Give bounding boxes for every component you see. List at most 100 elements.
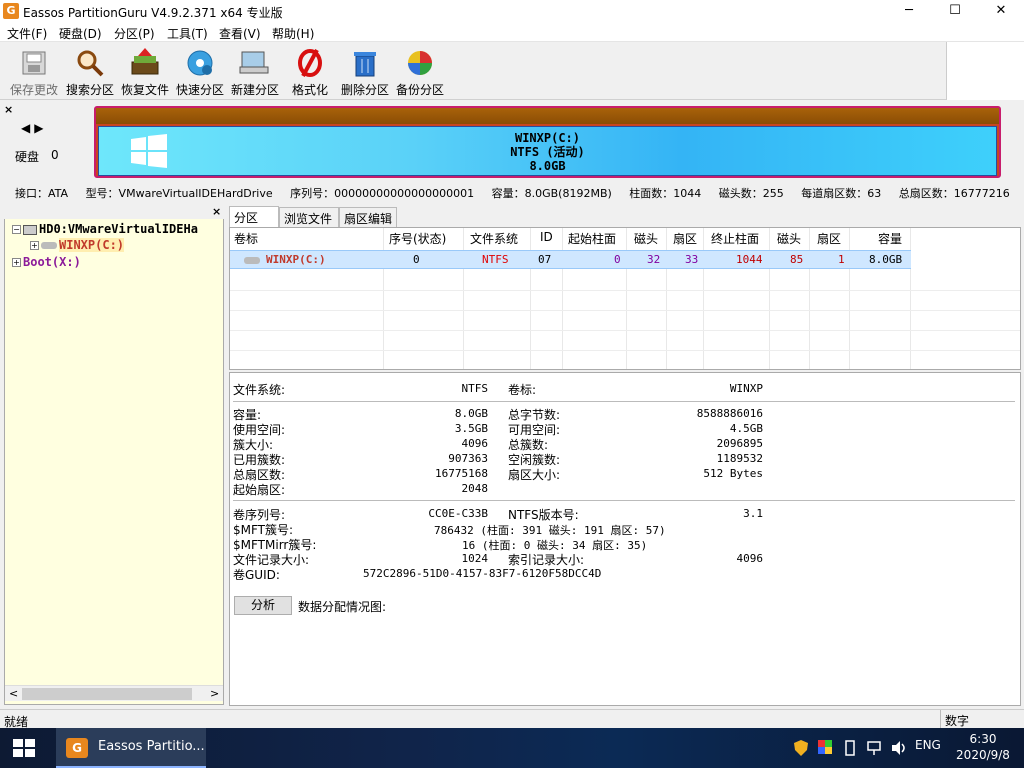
start-sector-label: 起始扇区: — [233, 483, 286, 497]
toolbar-blank-area — [946, 42, 1024, 100]
backup-pie-icon — [408, 51, 432, 75]
header-start-cylinder[interactable]: 起始柱面 — [568, 230, 616, 247]
header-end-cylinder[interactable]: 终止柱面 — [711, 230, 759, 247]
new-partition-label: 新建分区 — [230, 83, 279, 97]
start-button[interactable] — [0, 728, 48, 768]
tree-horizontal-scrollbar[interactable]: < > — [5, 685, 223, 701]
header-end-head[interactable]: 磁头 — [777, 230, 801, 247]
free-space-value: 4.5GB — [729, 422, 763, 435]
tree-item-hd0[interactable]: − HD0:VMwareVirtualIDEHa — [12, 222, 198, 236]
cell-capacity: 8.0GB — [869, 253, 903, 266]
ntfs-version-label: NTFS版本号: — [508, 508, 579, 522]
start-sector-value: 2048 — [461, 482, 489, 495]
header-start-sector[interactable]: 扇区 — [673, 230, 697, 247]
tree-pane-close-icon[interactable]: × — [212, 205, 221, 218]
input-language[interactable]: ENG — [915, 738, 941, 752]
free-clusters-value: 1189532 — [716, 452, 763, 465]
tab-browse-files[interactable]: 浏览文件 — [279, 207, 339, 227]
fs-label: 文件系统: — [233, 383, 286, 397]
network-icon[interactable] — [866, 740, 882, 756]
expand-icon[interactable]: + — [12, 258, 21, 267]
disk-info-line: 接口：ATA 型号：VMwareVirtualIDEHardDrive 序列号：… — [15, 185, 1024, 201]
format-button[interactable]: 格式化 — [282, 46, 338, 98]
delete-partition-button[interactable]: 删除分区 — [337, 46, 393, 98]
backup-partition-label: 备份分区 — [395, 83, 444, 97]
scroll-thumb[interactable] — [22, 688, 192, 700]
disk-map-header — [96, 108, 999, 124]
color-palette-icon[interactable] — [818, 740, 832, 754]
total-sectors-value: 16775168 — [435, 467, 488, 480]
backup-partition-button[interactable]: 备份分区 — [392, 46, 448, 98]
header-volume-label[interactable]: 卷标 — [234, 230, 258, 247]
new-partition-icon — [239, 51, 269, 74]
usb-device-icon[interactable] — [845, 740, 855, 756]
scroll-right-icon[interactable]: > — [210, 687, 219, 700]
partition-block-winxp[interactable]: WINXP(C:) NTFS (活动) 8.0GB — [98, 126, 997, 176]
menu-disk[interactable]: 硬盘(D) — [59, 25, 102, 42]
capacity-value: 8.0GB — [454, 407, 488, 420]
save-changes-button[interactable]: 保存更改 — [6, 46, 62, 98]
shield-icon[interactable] — [794, 740, 808, 756]
serial-value: CC0E-C33B — [428, 507, 488, 520]
tab-sector-edit[interactable]: 扇区编辑 — [339, 207, 397, 227]
collapse-icon[interactable]: − — [12, 225, 21, 234]
disk-sectors-per-track: 每道扇区数：63 — [801, 187, 882, 200]
taskbar-app-partitionguru[interactable]: G Eassos Partitio... — [56, 728, 206, 768]
total-clusters-value: 2096895 — [716, 437, 763, 450]
search-partition-button[interactable]: 搜索分区 — [62, 46, 118, 98]
menu-partition[interactable]: 分区(P) — [114, 25, 155, 42]
separator — [233, 401, 1015, 402]
grid-line — [230, 330, 1020, 331]
volume-icon[interactable] — [891, 740, 907, 756]
tab-partitions[interactable]: 分区 — [229, 206, 279, 227]
recover-files-button[interactable]: 恢复文件 — [117, 46, 173, 98]
partition-block-name: WINXP(C:) — [514, 131, 581, 145]
minimize-button[interactable]: ─ — [886, 0, 932, 22]
partition-drive-icon — [244, 257, 260, 264]
recover-files-icon — [131, 48, 159, 75]
header-capacity[interactable]: 容量 — [878, 230, 902, 247]
disk-capacity: 容量：8.0GB(8192MB) — [491, 187, 612, 200]
total-bytes-value: 8588886016 — [696, 407, 763, 420]
cell-id: 07 — [538, 253, 552, 266]
partition-block-fs: NTFS (活动) — [510, 145, 585, 159]
disk-tree-pane[interactable] — [4, 205, 224, 705]
partition-table[interactable]: 卷标 序号(状态) 文件系统 ID 起始柱面 磁头 扇区 终止柱面 磁头 扇区 … — [229, 227, 1021, 370]
format-icon — [298, 49, 322, 77]
status-bar: 就绪 数字 — [0, 709, 1024, 729]
quick-partition-label: 快速分区 — [175, 83, 224, 97]
disk-model: 型号：VMwareVirtualIDEHardDrive — [85, 187, 273, 200]
header-start-head[interactable]: 磁头 — [634, 230, 658, 247]
disk-nav-arrows[interactable]: ◀▶ — [21, 121, 47, 135]
expand-icon[interactable]: + — [30, 241, 39, 250]
table-row[interactable] — [230, 250, 911, 269]
close-button[interactable]: ✕ — [978, 0, 1024, 22]
app-logo-icon: G — [3, 3, 19, 19]
header-id[interactable]: ID — [540, 230, 553, 244]
new-partition-button[interactable]: 新建分区 — [227, 46, 283, 98]
tree-boot-label: Boot(X:) — [23, 255, 81, 269]
analyze-button[interactable]: 分析 — [234, 596, 292, 615]
disk-map-bar[interactable]: WINXP(C:) NTFS (活动) 8.0GB — [94, 106, 1001, 178]
disk-interface: 接口：ATA — [15, 187, 69, 200]
maximize-button[interactable]: ☐ — [932, 0, 978, 22]
partition-block-size: 8.0GB — [529, 159, 566, 173]
save-icon — [22, 51, 46, 75]
quick-partition-button[interactable]: 快速分区 — [172, 46, 228, 98]
menu-view[interactable]: 查看(V) — [219, 25, 261, 42]
tree-item-boot[interactable]: + Boot(X:) — [12, 255, 81, 269]
menu-bar: 文件(F) 硬盘(D) 分区(P) 工具(T) 查看(V) 帮助(H) — [0, 22, 1024, 42]
menu-file[interactable]: 文件(F) — [7, 25, 47, 42]
menu-tools[interactable]: 工具(T) — [167, 25, 208, 42]
header-file-system[interactable]: 文件系统 — [470, 230, 518, 247]
menu-help[interactable]: 帮助(H) — [272, 25, 314, 42]
cell-index: 0 — [413, 253, 420, 266]
header-index-status[interactable]: 序号(状态) — [389, 230, 446, 247]
header-end-sector[interactable]: 扇区 — [817, 230, 841, 247]
tree-item-winxp[interactable]: + WINXP(C:) — [30, 238, 125, 252]
hard-disk-icon — [23, 224, 37, 235]
taskbar-clock[interactable]: 6:30 2020/9/8 — [948, 731, 1018, 763]
cell-volume: WINXP(C:) — [266, 253, 326, 266]
scroll-left-icon[interactable]: < — [9, 687, 18, 700]
disk-panel-close-icon[interactable]: × — [4, 103, 13, 116]
